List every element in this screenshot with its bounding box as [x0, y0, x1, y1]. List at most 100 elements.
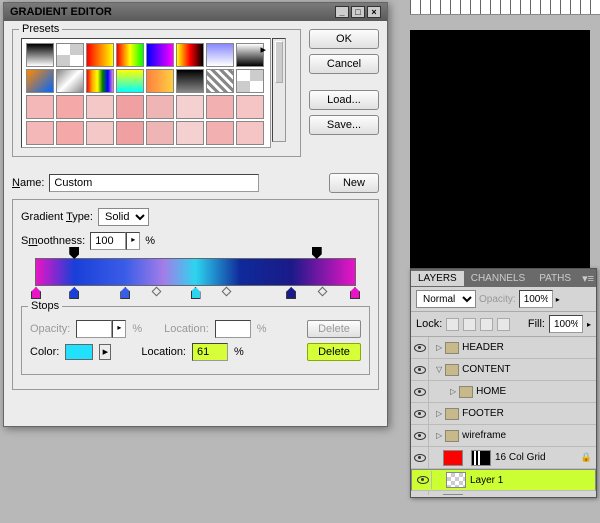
color-location-input[interactable]	[192, 343, 228, 361]
preset-swatch[interactable]	[116, 43, 144, 67]
lock-all-icon[interactable]	[497, 318, 510, 331]
layer-row[interactable]: ▷ wireframe	[411, 425, 596, 447]
visibility-icon[interactable]	[411, 425, 429, 446]
color-stop[interactable]	[31, 287, 41, 299]
color-stop[interactable]	[191, 287, 201, 299]
close-icon[interactable]: ×	[367, 6, 381, 18]
layer-row[interactable]: Layer 1	[411, 469, 596, 491]
layer-name[interactable]: 16 Col Grid	[495, 452, 581, 463]
delete-color-button[interactable]: Delete	[307, 343, 361, 361]
preset-swatch[interactable]	[236, 121, 264, 145]
blend-mode-select[interactable]: Normal	[416, 290, 476, 308]
preset-swatch[interactable]	[26, 43, 54, 67]
layer-row[interactable]: 16 Col Grid🔒	[411, 447, 596, 469]
visibility-icon[interactable]	[414, 471, 432, 489]
layer-name[interactable]: HEADER	[462, 342, 596, 353]
visibility-icon[interactable]	[411, 491, 429, 495]
visibility-icon[interactable]	[411, 337, 429, 358]
flyout-icon[interactable]: ▸	[260, 43, 266, 56]
layer-thumbnail[interactable]	[443, 450, 463, 466]
layer-row[interactable]: ▷ HEADER	[411, 337, 596, 359]
disclosure-icon[interactable]: ▷	[436, 431, 442, 440]
preset-swatch[interactable]	[206, 121, 234, 145]
preset-scrollbar[interactable]	[272, 38, 286, 142]
preset-swatch[interactable]	[176, 43, 204, 67]
layer-name[interactable]: HOME	[476, 386, 596, 397]
minimize-icon[interactable]: _	[335, 6, 349, 18]
visibility-icon[interactable]	[411, 403, 429, 424]
titlebar[interactable]: GRADIENT EDITOR _ □ ×	[4, 3, 387, 21]
preset-swatch[interactable]	[206, 69, 234, 93]
load-button[interactable]: Load...	[309, 90, 379, 110]
ok-button[interactable]: OK	[309, 29, 379, 49]
save-button[interactable]: Save...	[309, 115, 379, 135]
color-stop[interactable]	[69, 287, 79, 299]
midpoint-icon[interactable]	[152, 287, 162, 297]
preset-swatch[interactable]	[26, 121, 54, 145]
disclosure-icon[interactable]: ▷	[436, 343, 442, 352]
lock-position-icon[interactable]	[480, 318, 493, 331]
preset-swatch[interactable]	[26, 95, 54, 119]
preset-swatch[interactable]	[56, 43, 84, 67]
layer-name[interactable]: CONTENT	[462, 364, 596, 375]
opacity-stop[interactable]	[69, 247, 79, 259]
preset-swatch[interactable]	[146, 69, 174, 93]
layer-name[interactable]: wireframe	[462, 430, 596, 441]
preset-swatch[interactable]	[116, 121, 144, 145]
preset-swatch[interactable]	[236, 95, 264, 119]
preset-swatch[interactable]	[26, 69, 54, 93]
panel-menu-icon[interactable]: ▾≡	[578, 272, 598, 285]
color-stop[interactable]	[286, 287, 296, 299]
preset-swatch[interactable]	[86, 95, 114, 119]
lock-image-icon[interactable]	[463, 318, 476, 331]
preset-swatch[interactable]	[116, 95, 144, 119]
layer-row[interactable]: bg	[411, 491, 596, 495]
smoothness-input[interactable]	[90, 232, 126, 250]
layer-thumbnail[interactable]	[443, 494, 463, 496]
mask-thumbnail[interactable]	[471, 450, 491, 466]
color-arrow-icon[interactable]: ▸	[99, 344, 111, 360]
layer-opacity-input[interactable]	[519, 290, 553, 308]
preset-swatch[interactable]	[86, 43, 114, 67]
layer-thumbnail[interactable]	[446, 472, 466, 488]
midpoint-icon[interactable]	[318, 287, 328, 297]
new-button[interactable]: New	[329, 173, 379, 193]
fill-arrow-icon[interactable]: ▸	[587, 320, 591, 329]
preset-swatch[interactable]	[176, 95, 204, 119]
layer-row[interactable]: ▽ CONTENT	[411, 359, 596, 381]
preset-swatch[interactable]	[206, 43, 234, 67]
layer-row[interactable]: ▷ HOME	[411, 381, 596, 403]
color-swatch[interactable]	[65, 344, 93, 360]
preset-swatch[interactable]	[176, 121, 204, 145]
disclosure-icon[interactable]: ▷	[450, 387, 456, 396]
tab-paths[interactable]: PATHS	[532, 271, 578, 286]
layer-name[interactable]: FOOTER	[462, 408, 596, 419]
preset-swatch[interactable]	[236, 69, 264, 93]
preset-swatch[interactable]	[176, 69, 204, 93]
preset-swatch[interactable]	[146, 121, 174, 145]
preset-swatch[interactable]	[86, 69, 114, 93]
preset-swatch[interactable]	[56, 121, 84, 145]
preset-swatch[interactable]	[56, 69, 84, 93]
smoothness-arrow-icon[interactable]: ▸	[126, 232, 140, 250]
color-stop[interactable]	[120, 287, 130, 299]
visibility-icon[interactable]	[411, 381, 429, 402]
gradient-bar[interactable]	[35, 258, 356, 286]
preset-swatch[interactable]	[116, 69, 144, 93]
layer-row[interactable]: ▷ FOOTER	[411, 403, 596, 425]
maximize-icon[interactable]: □	[351, 6, 365, 18]
cancel-button[interactable]: Cancel	[309, 54, 379, 74]
name-input[interactable]	[49, 174, 259, 192]
midpoint-icon[interactable]	[222, 287, 232, 297]
preset-swatch[interactable]	[146, 43, 174, 67]
lock-transparent-icon[interactable]	[446, 318, 459, 331]
tab-channels[interactable]: CHANNELS	[464, 271, 532, 286]
color-stop[interactable]	[350, 287, 360, 299]
disclosure-icon[interactable]: ▽	[436, 365, 442, 374]
preset-swatch[interactable]	[206, 95, 234, 119]
layer-name[interactable]: Layer 1	[470, 475, 593, 486]
preset-swatches[interactable]: ▸	[21, 38, 271, 148]
preset-swatch[interactable]	[146, 95, 174, 119]
gradient-type-select[interactable]: Solid	[98, 208, 149, 226]
disclosure-icon[interactable]: ▷	[436, 409, 442, 418]
